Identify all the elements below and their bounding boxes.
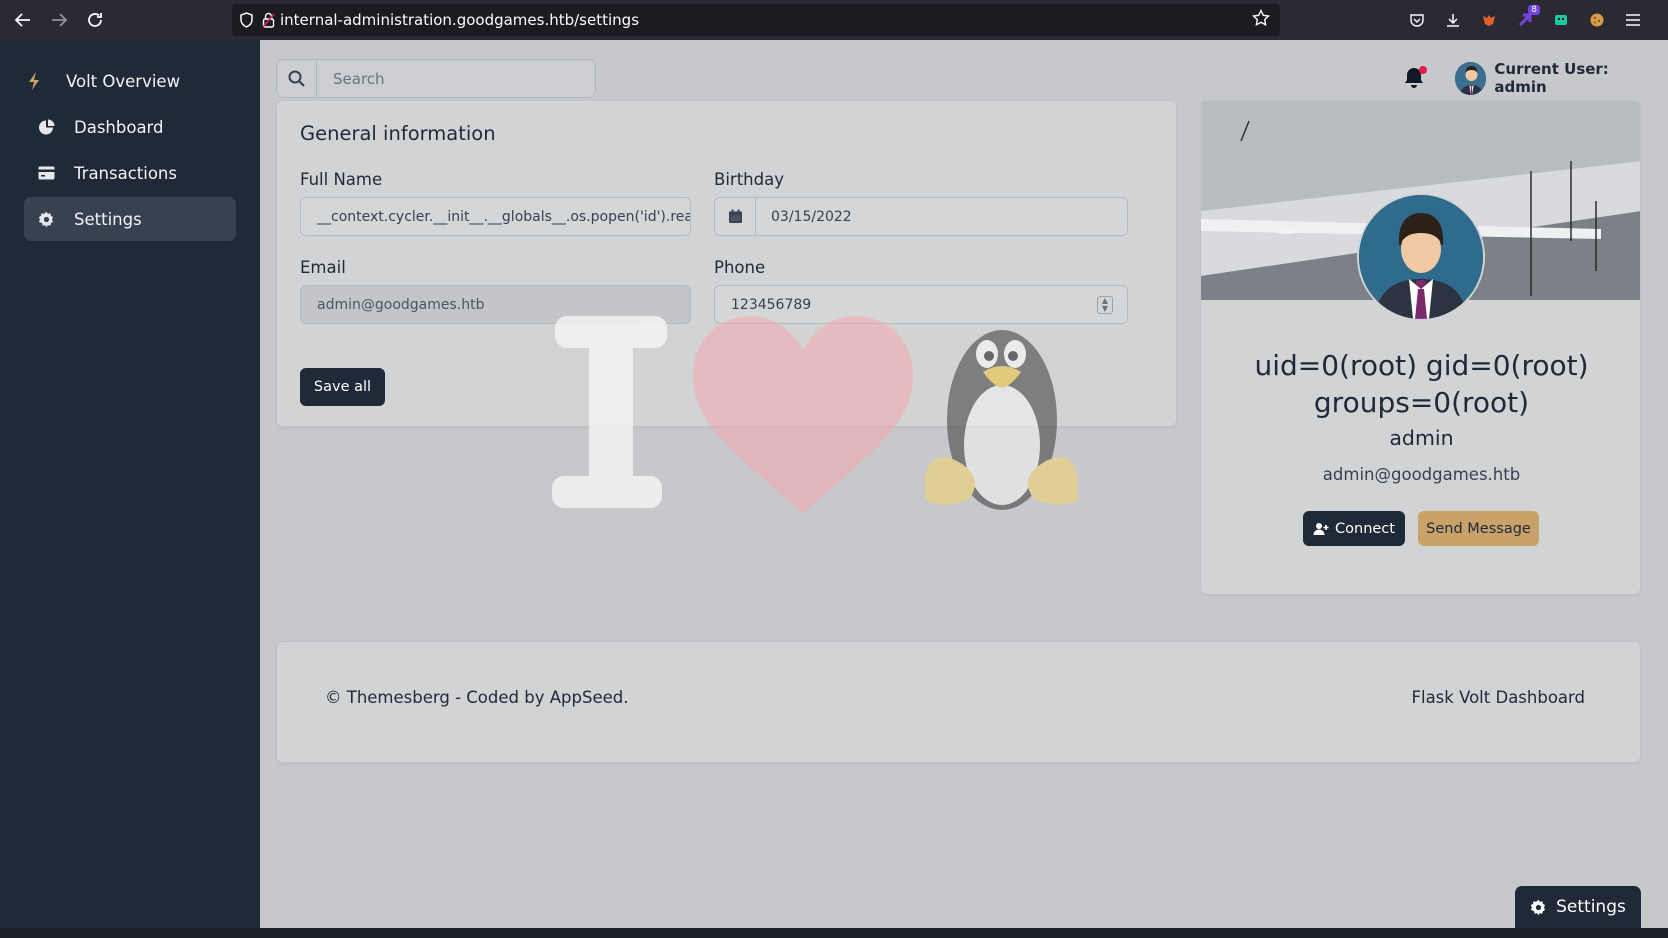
reload-icon[interactable] xyxy=(78,5,112,35)
number-stepper-icon[interactable]: ▲ ▼ xyxy=(1097,296,1113,314)
birthday-label: Birthday xyxy=(714,170,784,189)
window-bottom-edge xyxy=(0,928,1668,938)
sidebar-brand[interactable]: Volt Overview xyxy=(22,59,234,103)
phone-label: Phone xyxy=(714,258,766,277)
email-field[interactable]: admin@goodgames.htb xyxy=(300,285,691,324)
user-plus-icon xyxy=(1313,522,1329,536)
bolt-icon xyxy=(22,71,46,91)
gear-icon xyxy=(1531,899,1546,915)
current-user-label: Current User: admin xyxy=(1494,60,1609,96)
hack-the-box-extension-icon[interactable] xyxy=(1548,7,1574,33)
profile-email: admin@goodgames.htb xyxy=(1322,465,1521,484)
birthday-field[interactable]: 03/15/2022 xyxy=(714,197,1128,236)
profile-card: uid=0(root) gid=0(root) groups=0(root) a… xyxy=(1200,100,1641,595)
address-bar[interactable]: internal-administration.goodgames.htb/se… xyxy=(232,4,1280,36)
save-all-button[interactable]: Save all xyxy=(300,368,385,406)
avatar xyxy=(1455,61,1487,95)
calendar-icon xyxy=(715,198,756,235)
full-name-field[interactable]: __context.cycler.__init__.__globals__.os… xyxy=(300,197,691,236)
appseed-link[interactable]: AppSeed xyxy=(550,688,624,707)
footer-product-link[interactable]: Flask Volt Dashboard xyxy=(1412,688,1586,707)
sidebar-item-label: Dashboard xyxy=(74,117,164,137)
profile-name: admin xyxy=(1389,426,1454,450)
forward-arrow-icon[interactable] xyxy=(42,5,76,35)
copyright-suffix: . xyxy=(623,688,629,707)
hamburger-menu-icon[interactable] xyxy=(1620,7,1646,33)
search-input[interactable] xyxy=(317,60,595,97)
sidebar-item-transactions[interactable]: Transactions xyxy=(24,151,236,195)
user-menu[interactable]: Current User: admin xyxy=(1455,60,1658,96)
sidebar: Volt Overview Dashboard Transactions Set… xyxy=(0,40,260,928)
notification-dot xyxy=(1419,66,1427,74)
connect-label: Connect xyxy=(1335,520,1395,537)
general-information-card: General information Full Name __context.… xyxy=(276,100,1177,427)
connect-button[interactable]: Connect xyxy=(1303,511,1405,546)
foxyproxy-extension-icon[interactable] xyxy=(1476,7,1502,33)
footer: © Themesberg - Coded by AppSeed. Flask V… xyxy=(276,641,1641,763)
copyright-prefix: © Themesberg - Coded by xyxy=(325,688,550,707)
sidebar-item-dashboard[interactable]: Dashboard xyxy=(24,105,236,149)
floating-settings-label: Settings xyxy=(1556,897,1626,917)
star-icon[interactable] xyxy=(1251,8,1271,32)
profile-title-line-1: uid=0(root) gid=0(root) xyxy=(1254,349,1589,382)
birthday-value: 03/15/2022 xyxy=(771,208,852,225)
url-text[interactable]: internal-administration.goodgames.htb/se… xyxy=(280,11,639,29)
copyright-text: © Themesberg - Coded by AppSeed. xyxy=(325,688,628,707)
extension-badge-count: 8 xyxy=(1528,5,1540,15)
download-icon[interactable] xyxy=(1440,7,1466,33)
gear-icon xyxy=(24,211,68,228)
pocket-icon[interactable] xyxy=(1404,7,1430,33)
profile-avatar xyxy=(1357,193,1485,321)
credit-card-icon xyxy=(24,166,68,180)
full-name-label: Full Name xyxy=(300,170,383,189)
shield-icon[interactable] xyxy=(232,12,260,28)
scrollbar-track[interactable] xyxy=(1658,40,1668,928)
pie-chart-icon xyxy=(24,119,68,136)
sidebar-item-label: Transactions xyxy=(74,163,177,183)
lock-icon[interactable] xyxy=(260,12,276,28)
card-title: General information xyxy=(300,122,496,145)
search-icon[interactable] xyxy=(277,60,317,97)
phone-field[interactable]: 123456789 ▲ ▼ xyxy=(714,285,1128,324)
brand-label: Volt Overview xyxy=(66,71,181,91)
phone-value: 123456789 xyxy=(731,296,812,313)
page-content: Volt Overview Dashboard Transactions Set… xyxy=(0,40,1658,928)
extension-badge-icon[interactable]: 8 xyxy=(1512,5,1540,33)
browser-toolbar: internal-administration.goodgames.htb/se… xyxy=(0,0,1668,40)
back-arrow-icon[interactable] xyxy=(6,5,40,35)
search-bar[interactable] xyxy=(276,59,596,98)
email-label: Email xyxy=(300,258,346,277)
send-message-button[interactable]: Send Message xyxy=(1418,511,1539,546)
profile-title-line-2: groups=0(root) xyxy=(1313,386,1530,419)
cookie-icon[interactable] xyxy=(1584,7,1610,33)
sidebar-item-label: Settings xyxy=(74,209,142,229)
floating-settings-button[interactable]: Settings xyxy=(1515,886,1641,928)
sidebar-item-settings[interactable]: Settings xyxy=(24,197,236,241)
bell-icon[interactable] xyxy=(1403,66,1427,92)
